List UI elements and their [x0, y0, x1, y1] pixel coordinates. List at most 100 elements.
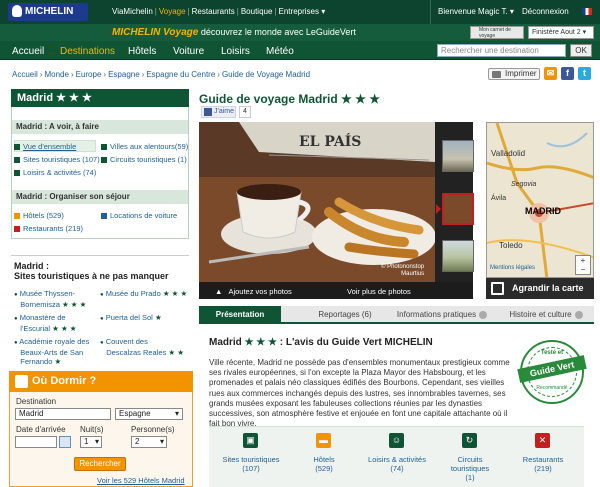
search-ok-button[interactable]: OK: [570, 44, 592, 57]
item-label: Hôtels (529): [23, 211, 64, 220]
logo-text: MICHELIN: [25, 6, 74, 17]
item-restaurants[interactable]: Restaurants (219): [14, 224, 83, 233]
link-voyage[interactable]: Voyage: [159, 7, 186, 16]
map-legal-link[interactable]: Mentions légales: [490, 265, 535, 271]
destination-input[interactable]: Madrid: [15, 408, 111, 420]
link-viamichelin[interactable]: ViaMichelin: [112, 7, 153, 16]
destination-search-input[interactable]: Rechercher une destination: [437, 44, 566, 57]
site-line: Descalzas Reales: [106, 348, 167, 357]
zoom-control[interactable]: + −: [575, 255, 591, 275]
zoom-in-icon[interactable]: +: [576, 256, 590, 265]
leisure-icon[interactable]: ☺: [389, 433, 404, 448]
crumb-espagne-centre[interactable]: Espagne du Centre: [146, 70, 215, 79]
enlarge-map-button[interactable]: Agrandir la carte: [486, 278, 594, 299]
arrival-label: Date d'arrivée: [16, 425, 66, 434]
nav-voiture[interactable]: Voiture: [173, 46, 204, 57]
site-thyssen[interactable]: ● Musée Thyssen- Bornemisza ★ ★ ★: [14, 289, 86, 309]
site-escurial[interactable]: ● Monastère de l'Escurial ★ ★ ★: [14, 313, 76, 333]
more-photos-link[interactable]: Voir plus de photos: [347, 287, 411, 296]
tab-infos-pratiques[interactable]: Informations pratiques: [393, 306, 491, 324]
tab-presentation[interactable]: Présentation: [199, 306, 281, 324]
country-select[interactable]: Espagne ▾: [115, 408, 183, 420]
shortcut-hotels[interactable]: Hôtels (529): [284, 455, 364, 473]
site-line: l'Escurial: [20, 324, 51, 333]
sites-icon[interactable]: ▣: [243, 433, 258, 448]
shortcut-circuits[interactable]: Circuits touristiques (1): [430, 455, 510, 482]
crumb-espagne[interactable]: Espagne: [108, 70, 140, 79]
item-vue-ensemble[interactable]: Vue d'ensemble: [14, 142, 76, 151]
hotel-search-title: Où Dormir ?: [32, 375, 97, 387]
site-stars: ★ ★ ★: [162, 289, 188, 298]
print-button[interactable]: Imprimer: [488, 68, 540, 80]
shortcut-label: Circuits: [457, 455, 483, 464]
breadcrumb: Accueil › Monde › Europe › Espagne › Espagne du …: [12, 70, 311, 79]
item-sites-touristiques[interactable]: Sites touristiques (107): [14, 155, 100, 164]
hotel-search-button[interactable]: Rechercher: [74, 457, 126, 471]
item-label: Sites touristiques (107): [23, 155, 100, 164]
enlarge-label: Agrandir la carte: [512, 283, 584, 293]
link-boutique[interactable]: Boutique: [241, 7, 273, 16]
welcome-menu[interactable]: Bienvenue Magic T. ▾: [438, 7, 514, 16]
site-line: Monastère de: [19, 313, 66, 322]
nav-hotels[interactable]: Hôtels: [128, 46, 156, 57]
tagline-text: découvrez le monde avec LeGuideVert: [200, 27, 356, 37]
site-puerta-sol[interactable]: ● Puerta del Sol ★: [100, 313, 162, 324]
travel-notebook-button[interactable]: Mon carnet de voyage: [470, 26, 524, 39]
all-hotels-link[interactable]: Voir les 529 Hôtels Madrid: [97, 476, 185, 485]
crumb-europe[interactable]: Europe: [76, 70, 102, 79]
michelin-logo[interactable]: MICHELIN: [8, 3, 88, 21]
site-line: Beaux-Arts de San: [20, 348, 84, 357]
site-academie[interactable]: ● Académie royale des Beaux-Arts de San …: [14, 337, 89, 366]
circuit-icon[interactable]: ↻: [462, 433, 477, 448]
nav-loisirs[interactable]: Loisirs: [221, 46, 250, 57]
add-photos-link[interactable]: ▲ Ajoutez vos photos: [215, 287, 292, 296]
zoom-out-icon[interactable]: −: [576, 265, 590, 274]
bed-icon: [15, 375, 28, 388]
svg-text:EL PAÍS: EL PAÍS: [299, 132, 361, 150]
french-flag-icon[interactable]: [582, 8, 592, 15]
tab-histoire-culture[interactable]: Histoire et culture: [498, 306, 594, 324]
city-map[interactable]: Valladolid Segovia Ávila MADRID Toledo M…: [486, 122, 594, 278]
tab-reportages[interactable]: Reportages (6): [300, 306, 390, 324]
facebook-share-icon[interactable]: f: [561, 67, 574, 80]
arrival-date-input[interactable]: [15, 436, 57, 448]
thumbnail-1[interactable]: [442, 140, 474, 172]
restaurant-icon[interactable]: ✕: [535, 433, 550, 448]
item-loisirs[interactable]: Loisirs & activités (74): [14, 168, 96, 177]
hotel-icon[interactable]: ▬: [316, 433, 331, 448]
nav-destinations[interactable]: Destinations: [60, 46, 115, 57]
nav-meteo[interactable]: Météo: [266, 46, 294, 57]
calendar-icon[interactable]: [59, 436, 71, 448]
crumb-monde[interactable]: Monde: [44, 70, 68, 79]
nav-accueil[interactable]: Accueil: [12, 46, 44, 57]
top-links: ViaMichelin | Voyage | Restaurants | Boutique |…: [112, 7, 326, 16]
twitter-share-icon[interactable]: t: [578, 67, 591, 80]
site-line: Musée Thyssen-: [19, 289, 76, 298]
link-entreprises[interactable]: Entreprises ▾: [279, 7, 326, 16]
shortcut-restaurants[interactable]: Restaurants (219): [503, 455, 583, 473]
itinerary-select[interactable]: Finistère Aout 2 ▾: [528, 26, 594, 39]
tab-label: Informations pratiques: [396, 310, 477, 319]
crumb-accueil[interactable]: Accueil: [12, 70, 38, 79]
link-restaurants[interactable]: Restaurants: [192, 7, 235, 16]
site-descalzas[interactable]: ● Couvent des Descalzas Reales ★ ★: [100, 337, 184, 357]
item-villes-alentours[interactable]: Villes aux alentours(59): [101, 142, 188, 151]
item-circuits[interactable]: Circuits touristiques (1): [101, 155, 187, 164]
nights-label: Nuit(s): [80, 425, 104, 434]
item-location-voiture[interactable]: Locations de voiture: [101, 211, 177, 220]
like-count: 4: [239, 106, 251, 118]
thumbnail-2-selected[interactable]: [442, 193, 474, 225]
persons-select[interactable]: 2 ▾: [131, 436, 167, 448]
site-prado[interactable]: ● Musée du Prado ★ ★ ★: [100, 289, 187, 300]
shortcut-label-2: touristiques: [450, 464, 490, 473]
email-share-icon[interactable]: ✉: [544, 67, 557, 80]
shortcut-sites[interactable]: Sites touristiques (107): [211, 455, 291, 473]
site-line: Académie royale des: [19, 337, 90, 346]
thumbnail-3[interactable]: [442, 240, 474, 272]
facebook-like-button[interactable]: J'aime: [201, 106, 236, 118]
logout-link[interactable]: Déconnexion: [522, 7, 569, 16]
main-photo[interactable]: EL PAÍS © Photononstop Maurtius: [199, 122, 435, 282]
shortcut-loisirs[interactable]: Loisirs & activités (74): [357, 455, 437, 473]
item-hotels[interactable]: Hôtels (529): [14, 211, 64, 220]
nights-select[interactable]: 1 ▾: [80, 436, 102, 448]
